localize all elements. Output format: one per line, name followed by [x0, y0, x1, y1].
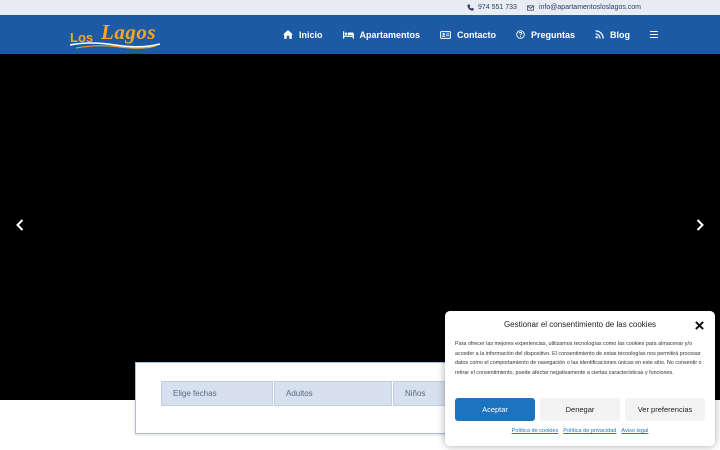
cookie-body: Para ofrecer las mejores experiencias, u… — [455, 341, 702, 376]
contact-phone[interactable]: 974 551 733 — [466, 4, 517, 12]
id-card-icon — [440, 30, 451, 39]
nav-item-label: Blog — [610, 29, 631, 40]
cookie-title: Gestionar el consentimiento de las cooki… — [503, 320, 657, 329]
rss-icon — [595, 30, 604, 39]
cookie-links: Política de cookies Política de privacid… — [445, 428, 715, 434]
adults-placeholder: Adultos — [286, 389, 313, 398]
logo-wave-icon — [70, 42, 160, 49]
nav-item-preguntas[interactable]: Preguntas — [516, 30, 575, 40]
question-circle-icon — [516, 30, 525, 39]
close-icon[interactable] — [694, 320, 704, 330]
nav-item-inicio[interactable]: Inicio — [283, 30, 323, 40]
main-navbar: Los Lagos Inicio Apartamentos Contacto P… — [0, 15, 720, 54]
contact-email[interactable]: info@apartamentosloslagos.com — [527, 4, 641, 12]
dates-placeholder: Elige fechas — [173, 389, 217, 398]
phone-icon — [466, 4, 474, 12]
page: 974 551 733 info@apartamentosloslagos.co… — [0, 0, 720, 450]
nav-item-apartamentos[interactable]: Apartamentos — [342, 29, 421, 40]
nav-item-contacto[interactable]: Contacto — [440, 30, 496, 40]
preferences-button[interactable]: Ver preferencias — [625, 398, 705, 421]
main-menu: Inicio Apartamentos Contacto Preguntas B… — [283, 15, 659, 54]
bed-icon — [342, 30, 354, 39]
booking-form: Elige fechas Adultos Niños — [135, 362, 475, 434]
contact-email-text: info@apartamentosloslagos.com — [538, 4, 641, 11]
dates-field[interactable]: Elige fechas — [161, 381, 273, 406]
chevron-left-icon[interactable] — [14, 218, 26, 232]
adults-field[interactable]: Adultos — [274, 381, 392, 406]
kids-placeholder: Niños — [405, 389, 426, 398]
nav-item-label: Apartamentos — [359, 29, 421, 40]
nav-item-label: Inicio — [299, 29, 323, 40]
contact-phone-text: 974 551 733 — [478, 4, 517, 11]
cookie-consent-dialog: Gestionar el consentimiento de las cooki… — [445, 311, 715, 446]
cookie-policy-link[interactable]: Política de cookies — [512, 428, 559, 434]
legal-notice-link[interactable]: Aviso legal — [621, 428, 648, 434]
accept-button[interactable]: Aceptar — [455, 398, 535, 421]
privacy-policy-link[interactable]: Política de privacidad — [563, 428, 616, 434]
nav-item-blog[interactable]: Blog — [595, 30, 630, 40]
hamburger-menu-icon[interactable] — [650, 30, 659, 39]
nav-item-label: Preguntas — [531, 29, 576, 40]
envelope-icon — [527, 4, 535, 12]
chevron-right-icon[interactable] — [694, 218, 706, 232]
nav-item-label: Contacto — [457, 29, 497, 40]
home-icon — [283, 30, 293, 39]
site-logo[interactable]: Los Lagos — [70, 19, 162, 49]
deny-button[interactable]: Denegar — [540, 398, 620, 421]
contact-bar: 974 551 733 info@apartamentosloslagos.co… — [0, 0, 720, 15]
